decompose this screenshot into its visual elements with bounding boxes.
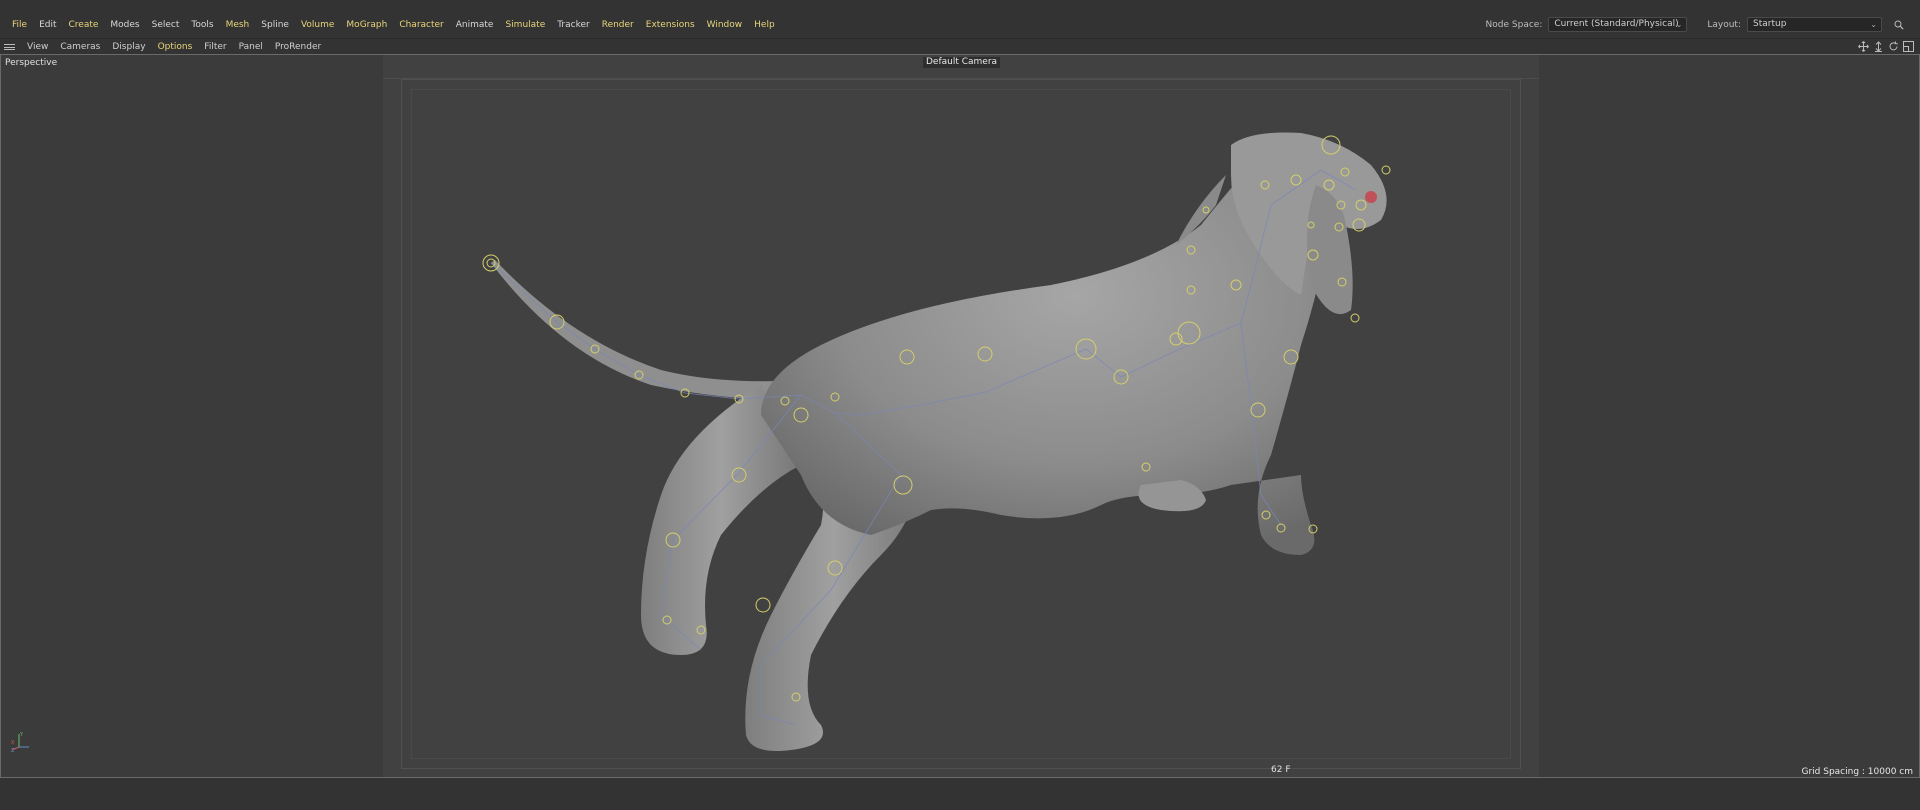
menu-character[interactable]: Character — [393, 19, 449, 31]
viewport-menu-options[interactable]: Options — [152, 40, 199, 54]
viewport-menu-display[interactable]: Display — [106, 40, 151, 54]
node-space-label: Node Space: — [1485, 19, 1543, 30]
menu-modes[interactable]: Modes — [104, 19, 145, 31]
menu-window[interactable]: Window — [701, 19, 749, 31]
search-icon[interactable] — [1894, 20, 1904, 30]
menu-tools[interactable]: Tools — [185, 19, 219, 31]
svg-text:X: X — [11, 740, 15, 746]
menu-select[interactable]: Select — [146, 19, 186, 31]
status-bar — [0, 778, 1920, 810]
menu-help[interactable]: Help — [748, 19, 781, 31]
menu-spline[interactable]: Spline — [255, 19, 295, 31]
grid-spacing-label: Grid Spacing : 10000 cm — [1801, 767, 1913, 777]
chevron-down-icon: ⌄ — [1870, 20, 1877, 29]
viewport-perspective[interactable]: Perspective Default Camera 62 F Grid Spa… — [0, 54, 1920, 778]
viewport-menu-filter[interactable]: Filter — [198, 40, 232, 54]
menu-edit[interactable]: Edit — [33, 19, 62, 31]
menu-animate[interactable]: Animate — [450, 19, 500, 31]
menu-render[interactable]: Render — [596, 19, 640, 31]
layout-dropdown[interactable]: Startup ⌄ — [1747, 17, 1882, 32]
svg-text:Y: Y — [19, 732, 24, 738]
viewport-nav-icons — [1858, 41, 1914, 52]
rotate-view-icon[interactable] — [1888, 41, 1899, 52]
viewport-projection-label[interactable]: Perspective — [5, 58, 57, 68]
current-frame-label: 62 F — [1271, 765, 1291, 775]
axis-gizmo-icon: Y X Z — [11, 732, 29, 753]
dog-model[interactable] — [1, 55, 1919, 777]
viewport-menu: View Cameras Display Options Filter Pane… — [4, 40, 327, 54]
menu-file[interactable]: File — [6, 19, 33, 31]
menu-mograph[interactable]: MoGraph — [340, 19, 393, 31]
node-space-dropdown[interactable]: Current (Standard/Physical) ⌄ — [1548, 17, 1688, 32]
chevron-down-icon: ⌄ — [1675, 20, 1683, 29]
node-space-value: Current (Standard/Physical) — [1554, 19, 1679, 29]
menu-simulate[interactable]: Simulate — [499, 19, 551, 31]
layout-label: Layout: — [1707, 19, 1741, 30]
menubar-right: Node Space: Current (Standard/Physical) … — [1486, 17, 1904, 32]
viewport-menu-view[interactable]: View — [21, 40, 54, 54]
menu-extensions[interactable]: Extensions — [640, 19, 701, 31]
move-view-icon[interactable] — [1858, 41, 1869, 52]
hamburger-menu-icon[interactable] — [4, 42, 15, 52]
layout-value: Startup — [1753, 19, 1787, 29]
viewport-camera-label[interactable]: Default Camera — [923, 57, 1001, 68]
menu-mesh[interactable]: Mesh — [220, 19, 256, 31]
viewport-menu-cameras[interactable]: Cameras — [54, 40, 106, 54]
menu-volume[interactable]: Volume — [295, 19, 340, 31]
zoom-view-icon[interactable] — [1873, 41, 1884, 52]
menu-tracker[interactable]: Tracker — [551, 19, 595, 31]
menu-create[interactable]: Create — [63, 19, 105, 31]
viewport-menu-prorender[interactable]: ProRender — [269, 40, 327, 54]
viewport-menubar: View Cameras Display Options Filter Pane… — [0, 38, 1920, 55]
viewport-menu-panel[interactable]: Panel — [233, 40, 269, 54]
svg-text:Z: Z — [11, 748, 15, 753]
maximize-view-icon[interactable] — [1903, 41, 1914, 52]
main-menu: File Edit Create Modes Select Tools Mesh… — [6, 19, 781, 31]
